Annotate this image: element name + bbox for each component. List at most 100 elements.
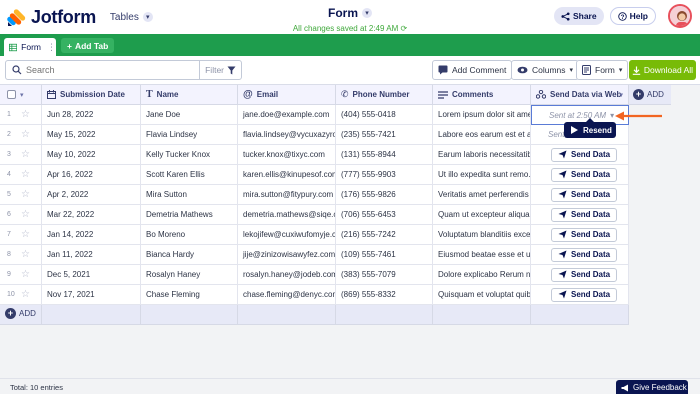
star-icon[interactable]: ☆ <box>21 129 30 140</box>
send-data-button[interactable]: Send Data <box>551 287 618 302</box>
phone-cell[interactable]: (777) 555-9903 <box>336 165 433 185</box>
jotform-logo[interactable]: Jotform <box>7 7 96 28</box>
submission-date-cell[interactable]: Jun 28, 2022 <box>42 105 141 125</box>
email-cell[interactable]: chase.fleming@denyc.com <box>238 285 336 305</box>
comments-cell[interactable]: Voluptatum blanditiis exce... <box>433 225 531 245</box>
column-header-email[interactable]: @ Email <box>238 85 336 105</box>
send-data-button[interactable]: Send Data <box>551 227 618 242</box>
column-header-send-data[interactable]: Send Data via Web... ▾ <box>531 85 629 105</box>
name-cell[interactable]: Bo Moreno <box>141 225 238 245</box>
resend-button[interactable]: Resend <box>564 118 616 138</box>
column-header-name[interactable]: T Name <box>141 85 238 105</box>
filter-button[interactable]: Filter <box>199 61 241 79</box>
comments-cell[interactable]: Labore eos earum est et ae... <box>433 125 531 145</box>
comments-cell[interactable]: Quam ut excepteur aliqua ... <box>433 205 531 225</box>
send-data-button[interactable]: Send Data <box>551 247 618 262</box>
submission-date-cell[interactable]: Mar 22, 2022 <box>42 205 141 225</box>
phone-cell[interactable]: (131) 555-8944 <box>336 145 433 165</box>
submission-date-cell[interactable]: Nov 17, 2021 <box>42 285 141 305</box>
comments-cell[interactable]: Veritatis amet perferendis ... <box>433 185 531 205</box>
star-icon[interactable]: ☆ <box>21 249 30 260</box>
email-cell[interactable]: karen.ellis@kinupesof.com <box>238 165 336 185</box>
row-number-cell[interactable]: 3 ☆ <box>0 145 42 165</box>
email-cell[interactable]: demetria.mathews@siqe.c... <box>238 205 336 225</box>
phone-cell[interactable]: (235) 555-7421 <box>336 125 433 145</box>
row-number-cell[interactable]: 5 ☆ <box>0 185 42 205</box>
send-data-button[interactable]: Send Data <box>551 187 618 202</box>
column-header-comments[interactable]: Comments <box>433 85 531 105</box>
star-icon[interactable]: ☆ <box>21 149 30 160</box>
help-button[interactable]: ? Help <box>609 7 656 25</box>
send-data-button[interactable]: Send Data <box>551 167 618 182</box>
add-column-button[interactable]: + ADD <box>629 85 671 105</box>
comments-cell[interactable]: Earum laboris necessitatib... <box>433 145 531 165</box>
add-tab-button[interactable]: + Add Tab <box>61 38 115 53</box>
name-cell[interactable]: Flavia Lindsey <box>141 125 238 145</box>
select-all-checkbox[interactable] <box>7 90 16 99</box>
submission-date-cell[interactable]: Jan 11, 2022 <box>42 245 141 265</box>
form-title-dropdown[interactable]: Form ▾ <box>328 6 372 20</box>
tab-form[interactable]: Form ⋮ <box>4 38 56 56</box>
star-icon[interactable]: ☆ <box>21 189 30 200</box>
row-number-cell[interactable]: 7 ☆ <box>0 225 42 245</box>
star-icon[interactable]: ☆ <box>21 169 30 180</box>
tables-dropdown[interactable]: Tables ▾ <box>110 12 153 23</box>
sent-status[interactable]: Sent <box>548 130 564 139</box>
comments-cell[interactable]: Ut illo expedita sunt remo... <box>433 165 531 185</box>
phone-cell[interactable]: (176) 555-9826 <box>336 185 433 205</box>
phone-cell[interactable]: (383) 555-7079 <box>336 265 433 285</box>
give-feedback-button[interactable]: Give Feedback <box>616 380 688 394</box>
comments-cell[interactable]: Dolore explicabo Rerum n... <box>433 265 531 285</box>
chevron-down-icon[interactable]: ▾ <box>20 91 24 99</box>
row-number-cell[interactable]: 6 ☆ <box>0 205 42 225</box>
email-cell[interactable]: rosalyn.haney@jodeb.com <box>238 265 336 285</box>
phone-cell[interactable]: (706) 555-6453 <box>336 205 433 225</box>
name-cell[interactable]: Mira Sutton <box>141 185 238 205</box>
phone-cell[interactable]: (869) 555-8332 <box>336 285 433 305</box>
email-cell[interactable]: lekojifew@cuxiwufomyje.c... <box>238 225 336 245</box>
row-number-cell[interactable]: 9 ☆ <box>0 265 42 285</box>
comments-cell[interactable]: Quisquam et voluptat quib... <box>433 285 531 305</box>
phone-cell[interactable]: (109) 555-7461 <box>336 245 433 265</box>
send-data-button[interactable]: Send Data <box>551 207 618 222</box>
name-cell[interactable]: Rosalyn Haney <box>141 265 238 285</box>
chevron-down-icon[interactable]: ▾ <box>619 91 623 99</box>
star-icon[interactable]: ☆ <box>21 229 30 240</box>
star-icon[interactable]: ☆ <box>21 209 30 220</box>
name-cell[interactable]: Kelly Tucker Knox <box>141 145 238 165</box>
row-number-cell[interactable]: 2 ☆ <box>0 125 42 145</box>
email-cell[interactable]: tucker.knox@tixyc.com <box>238 145 336 165</box>
email-cell[interactable]: jije@zinizowisawyfez.com <box>238 245 336 265</box>
name-cell[interactable]: Chase Fleming <box>141 285 238 305</box>
submission-date-cell[interactable]: Apr 2, 2022 <box>42 185 141 205</box>
row-number-cell[interactable]: 1 ☆ <box>0 105 42 125</box>
phone-cell[interactable]: (216) 555-7242 <box>336 225 433 245</box>
column-header-phone-number[interactable]: ✆ Phone Number <box>336 85 433 105</box>
submission-date-cell[interactable]: Apr 16, 2022 <box>42 165 141 185</box>
comments-cell[interactable]: Eiusmod beatae esse et ut... <box>433 245 531 265</box>
star-icon[interactable]: ☆ <box>21 269 30 280</box>
email-cell[interactable]: flavia.lindsey@vycuxazyro... <box>238 125 336 145</box>
send-data-button[interactable]: Send Data <box>551 267 618 282</box>
name-cell[interactable]: Demetria Mathews <box>141 205 238 225</box>
download-all-button[interactable]: Download All <box>629 60 696 80</box>
submission-date-cell[interactable]: Jan 14, 2022 <box>42 225 141 245</box>
star-icon[interactable]: ☆ <box>21 109 30 120</box>
star-icon[interactable]: ☆ <box>21 289 30 300</box>
user-avatar[interactable] <box>668 4 692 28</box>
name-cell[interactable]: Bianca Hardy <box>141 245 238 265</box>
add-row-button[interactable]: + ADD <box>5 308 36 319</box>
name-cell[interactable]: Scott Karen Ellis <box>141 165 238 185</box>
sent-status[interactable]: Sent at 2:50 AM ▾ <box>549 111 614 120</box>
submission-date-cell[interactable]: May 15, 2022 <box>42 125 141 145</box>
share-button[interactable]: Share <box>553 7 604 25</box>
send-data-button[interactable]: Send Data <box>551 147 618 162</box>
more-vertical-icon[interactable]: ⋮ <box>47 42 56 53</box>
email-cell[interactable]: mira.sutton@fitypury.com <box>238 185 336 205</box>
search-input[interactable] <box>26 65 206 75</box>
submission-date-cell[interactable]: Dec 5, 2021 <box>42 265 141 285</box>
add-comment-button[interactable]: Add Comment <box>432 60 513 80</box>
name-cell[interactable]: Jane Doe <box>141 105 238 125</box>
row-number-cell[interactable]: 10 ☆ <box>0 285 42 305</box>
columns-button[interactable]: Columns ▾ <box>511 60 580 80</box>
